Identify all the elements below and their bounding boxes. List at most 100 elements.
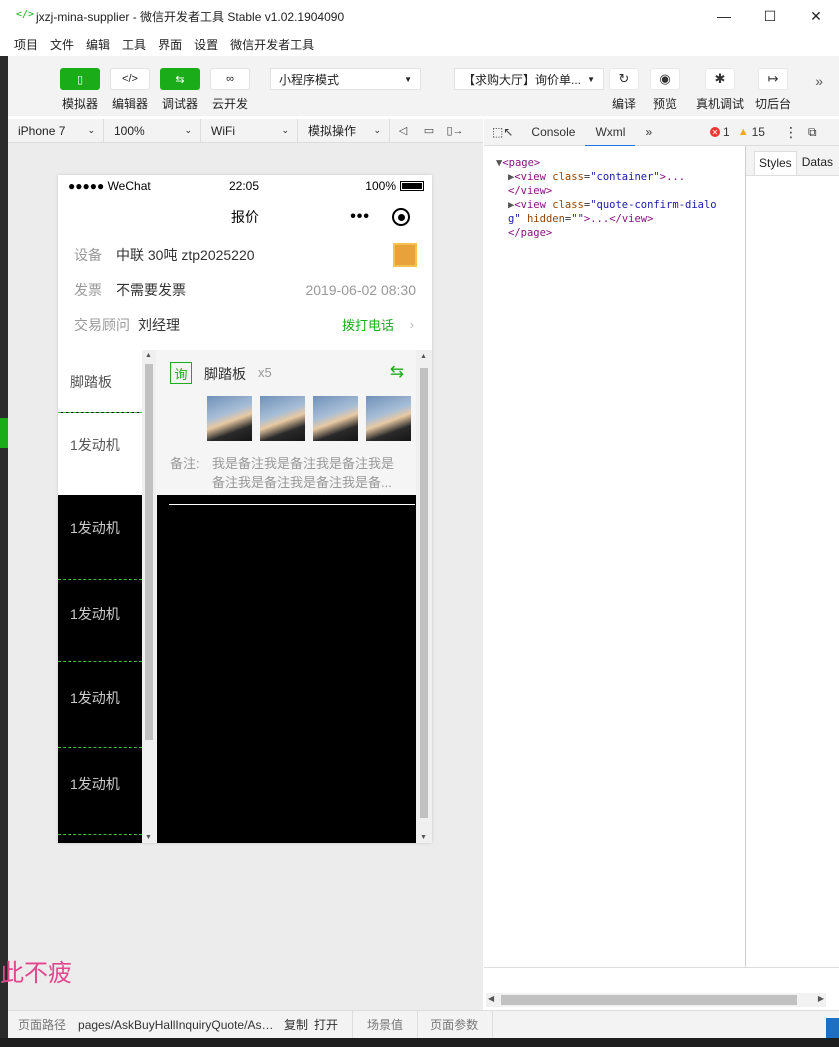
close-button[interactable]: ✕ <box>793 0 839 32</box>
copy-path-link[interactable]: 复制 <box>284 1016 308 1033</box>
item-count: x5 <box>258 365 272 380</box>
operation-select[interactable]: 模拟操作 ⌄ <box>298 118 390 143</box>
compile-label: 编译 <box>611 97 636 111</box>
category-item[interactable]: 脚踏板 <box>58 350 142 412</box>
error-warning-counter[interactable]: ✕ 1 ▲ 15 <box>710 125 765 139</box>
device-value: 中联 30吨 ztp2025220 <box>116 246 255 263</box>
scrollbar-thumb[interactable] <box>501 995 797 1005</box>
device-select[interactable]: iPhone 7 ⌄ <box>8 118 104 143</box>
device-thumbnail[interactable] <box>393 242 417 267</box>
category-item[interactable]: 1发动机 <box>58 518 142 558</box>
menu-item-edit[interactable]: 编辑 <box>86 36 110 53</box>
swap-icon[interactable]: ⇆ <box>390 362 404 382</box>
scrollbar-thumb[interactable] <box>145 364 153 740</box>
advisor-value: 刘经理 <box>138 316 180 333</box>
phone-simulator: ●●●●● WeChat 22:05 100% 报价 ••• 设备 中联 30吨… <box>58 175 432 843</box>
item-name: 脚踏板 <box>204 366 246 382</box>
quote-scrollbar[interactable]: ▲ ▼ <box>416 350 432 843</box>
wxml-tree: ▼<page> ▶<view class="container">... </v… <box>484 146 745 967</box>
scroll-down-icon[interactable]: ▼ <box>145 834 152 841</box>
invoice-value: 不需要发票 <box>116 281 186 298</box>
scroll-right-icon[interactable]: ▶ <box>818 994 824 1003</box>
editor-button[interactable]: </> 编辑器 <box>108 68 152 112</box>
error-count: 1 <box>723 125 730 139</box>
item-image[interactable] <box>260 396 305 441</box>
scroll-down-icon[interactable]: ▼ <box>420 834 427 841</box>
category-divider <box>58 579 142 580</box>
zoom-select[interactable]: 100% ⌄ <box>104 118 201 143</box>
network-select[interactable]: WiFi ⌄ <box>201 118 298 143</box>
cloud-button[interactable]: ∞ 云开发 <box>208 68 252 112</box>
item-image[interactable] <box>207 396 252 441</box>
divider-line <box>169 504 415 505</box>
scene-value-button[interactable]: 场景值 <box>367 1016 403 1033</box>
devtools-menu-icon[interactable]: ⋮ <box>784 124 798 141</box>
compile-button[interactable]: ↻ 编译 <box>609 68 639 112</box>
menu-item-file[interactable]: 文件 <box>50 36 74 53</box>
operation-select-value: 模拟操作 <box>308 124 357 138</box>
invoice-date: 2019-06-02 08:30 <box>305 281 416 298</box>
volume-icon[interactable]: ◁ <box>390 124 416 137</box>
tab-styles[interactable]: Styles <box>754 151 797 175</box>
dock-icon[interactable]: ⧉ <box>808 125 817 140</box>
menu-item-project[interactable]: 项目 <box>14 36 38 53</box>
item-image[interactable] <box>313 396 358 441</box>
scroll-up-icon[interactable]: ▲ <box>420 353 427 360</box>
advisor-row: 交易顾问 刘经理 拨打电话 › <box>58 307 432 342</box>
quote-split-panel: 脚踏板 1发动机 1发动机 1发动机 1发动机 1发动机 ▲ ▼ 询 脚踏板 x… <box>58 350 432 843</box>
devtools-horizontal-scrollbar[interactable]: ◀ ▶ <box>486 993 826 1007</box>
remote-debug-label: 真机调试 <box>696 97 745 111</box>
page-params-button[interactable]: 页面参数 <box>430 1016 478 1033</box>
tab-wxml[interactable]: Wxml <box>585 119 636 147</box>
compile-page-select[interactable]: 【求购大厅】询价单... ▼ <box>454 68 604 90</box>
preview-button[interactable]: ◉ 预览 <box>650 68 680 112</box>
battery-indicator: 100% <box>365 179 424 193</box>
main-toolbar: ▯ 模拟器 </> 编辑器 ⇆ 调试器 ∞ 云开发 小程序模式 ▼ 【求购大厅】… <box>0 56 839 116</box>
zoom-select-value: 100% <box>114 123 145 138</box>
tab-console[interactable]: Console <box>521 119 585 146</box>
debugger-button[interactable]: ⇆ 调试器 <box>158 68 202 112</box>
scroll-left-icon[interactable]: ◀ <box>488 994 494 1003</box>
background-button[interactable]: ↦ 切后台 <box>755 68 791 112</box>
menu-item-settings[interactable]: 设置 <box>194 36 218 53</box>
scroll-up-icon[interactable]: ▲ <box>145 352 152 359</box>
rotate-icon[interactable]: ▭ <box>416 124 442 137</box>
remark-text-line2: 备注我是备注我是备注我是备... <box>212 475 392 490</box>
category-item[interactable]: 1发动机 <box>58 688 142 728</box>
category-item[interactable]: 1发动机 <box>58 604 142 644</box>
chevron-down-icon: ▼ <box>587 74 595 84</box>
chevron-down-icon: ⌄ <box>373 125 381 135</box>
mode-select[interactable]: 小程序模式 ▼ <box>270 68 421 90</box>
minimize-button[interactable]: — <box>701 0 747 32</box>
more-menu-icon[interactable]: ••• <box>350 208 370 226</box>
right-window-edge <box>826 1018 839 1038</box>
wxml-node-close: </view> <box>508 185 553 197</box>
menu-item-tools[interactable]: 工具 <box>122 36 146 53</box>
close-miniprogram-icon[interactable] <box>392 208 410 226</box>
refresh-icon: ↻ <box>609 68 639 90</box>
remote-debug-button[interactable]: ✱ 真机调试 <box>696 68 744 112</box>
switch-background-icon: ↦ <box>758 68 788 90</box>
open-path-link[interactable]: 打开 <box>314 1016 338 1033</box>
detach-icon[interactable]: ▯→ <box>442 124 468 137</box>
inquiry-tag: 询 <box>170 362 192 384</box>
simulator-button[interactable]: ▯ 模拟器 <box>58 68 102 112</box>
menu-item-wechat-devtools[interactable]: 微信开发者工具 <box>230 36 314 53</box>
wxml-node-page[interactable]: ▼<page> <box>484 156 745 170</box>
wxml-node-container[interactable]: ▶<view class="container">... <box>484 170 745 184</box>
battery-percent: 100% <box>365 179 396 193</box>
toolbar-more-icon[interactable]: » <box>815 73 823 89</box>
scrollbar-thumb[interactable] <box>420 368 428 818</box>
category-item[interactable]: 1发动机 <box>58 413 142 495</box>
tab-dataset[interactable]: Datas <box>797 154 838 175</box>
category-scrollbar[interactable]: ▲ ▼ <box>142 350 156 843</box>
menu-item-interface[interactable]: 界面 <box>158 36 182 53</box>
item-image[interactable] <box>366 396 411 441</box>
tab-more[interactable]: » <box>635 119 662 146</box>
category-item[interactable]: 1发动机 <box>58 774 142 814</box>
maximize-button[interactable]: ☐ <box>747 0 793 32</box>
call-button[interactable]: 拨打电话 <box>342 315 394 334</box>
wxml-node-dialog[interactable]: ▶<view class="quote-confirm-dialo <box>484 198 745 212</box>
styles-pane-tabs: Styles Datas <box>746 146 839 176</box>
inspect-element-icon[interactable]: ⬚↖ <box>484 119 521 146</box>
